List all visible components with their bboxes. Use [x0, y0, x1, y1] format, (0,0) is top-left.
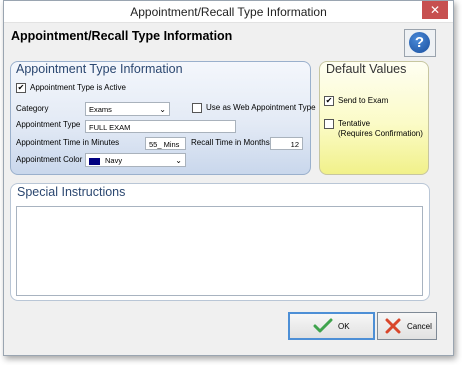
time-minutes-input[interactable]: 55_ Mins — [145, 137, 186, 150]
page-title: Appointment/Recall Type Information — [11, 29, 233, 43]
active-checkbox-label: Appointment Type is Active — [30, 83, 126, 92]
recall-months-input[interactable]: 12 — [270, 137, 303, 150]
category-label: Category — [16, 104, 49, 113]
default-values-panel: Default Values ✔ Send to Exam Tentative … — [319, 61, 429, 175]
cancel-button-label: Cancel — [407, 322, 432, 331]
appointment-type-label: Appointment Type — [16, 120, 81, 129]
x-icon — [385, 318, 401, 334]
color-swatch — [89, 157, 100, 165]
tentative-sublabel: (Requires Confirmation) — [338, 129, 423, 138]
help-icon: ? — [409, 32, 430, 53]
chevron-down-icon: ⌄ — [159, 105, 166, 114]
tentative-label: Tentative — [338, 119, 371, 128]
category-value: Exams — [89, 105, 112, 114]
special-instructions-textarea[interactable] — [16, 206, 423, 296]
dialog-window: Appointment/Recall Type Information ✕ Ap… — [3, 0, 454, 356]
checkmark-icon — [313, 318, 333, 333]
default-values-title: Default Values — [326, 62, 407, 76]
web-appointment-label: Use as Web Appointment Type — [206, 103, 316, 112]
ok-button-label: OK — [338, 322, 350, 331]
appointment-color-select[interactable]: Navy ⌄ — [85, 153, 186, 167]
tentative-checkbox[interactable] — [324, 119, 334, 129]
appointment-color-value: Navy — [105, 156, 123, 165]
appointment-color-label: Appointment Color — [16, 155, 83, 164]
special-instructions-title: Special Instructions — [17, 185, 126, 199]
time-minutes-label: Appointment Time in Minutes — [16, 138, 120, 147]
cancel-button[interactable]: Cancel — [377, 312, 437, 340]
category-select[interactable]: Exams ⌄ — [85, 102, 170, 116]
chevron-down-icon: ⌄ — [175, 156, 182, 165]
close-button[interactable]: ✕ — [422, 1, 448, 19]
send-to-exam-checkbox[interactable]: ✔ — [324, 96, 334, 106]
active-checkbox[interactable]: ✔ — [16, 83, 26, 93]
ok-button[interactable]: OK — [288, 312, 375, 340]
special-instructions-panel: Special Instructions — [10, 183, 430, 301]
appointment-type-input[interactable]: FULL EXAM — [85, 120, 236, 133]
title-bar: Appointment/Recall Type Information ✕ — [4, 1, 453, 23]
send-to-exam-label: Send to Exam — [338, 96, 389, 105]
window-title: Appointment/Recall Type Information — [130, 5, 327, 19]
help-button[interactable]: ? — [404, 29, 436, 57]
recall-months-label: Recall Time in Months — [191, 138, 270, 147]
appointment-panel-title: Appointment Type Information — [16, 62, 183, 76]
appointment-type-panel: Appointment Type Information ✔ Appointme… — [10, 61, 316, 175]
web-appointment-checkbox[interactable] — [192, 103, 202, 113]
